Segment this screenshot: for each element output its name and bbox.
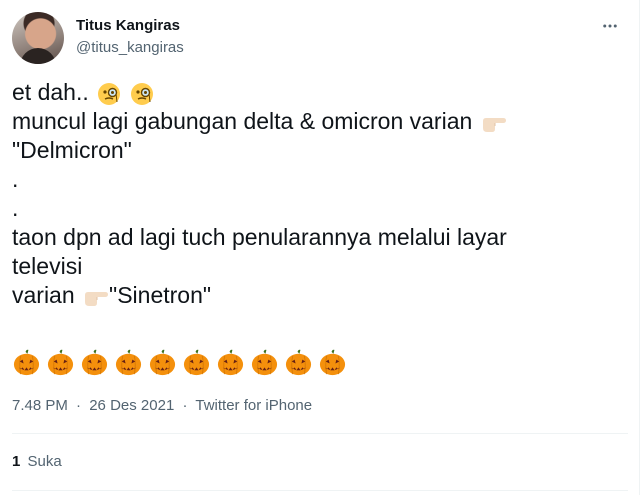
divider bbox=[12, 433, 628, 434]
meta-separator: · bbox=[76, 397, 82, 414]
jack-o-lantern-icon bbox=[47, 349, 74, 376]
monocle-face-icon bbox=[130, 82, 153, 105]
tweet-line-6: taon dpn ad lagi tuch penularannya melal… bbox=[12, 224, 507, 250]
author-name[interactable]: Titus Kangiras bbox=[76, 16, 184, 36]
meta-separator: · bbox=[182, 397, 188, 414]
jack-o-lantern-icon bbox=[149, 349, 176, 376]
tweet-line-7: televisi bbox=[12, 253, 83, 279]
pointing-right-hand-icon bbox=[85, 291, 109, 306]
pointing-right-hand-icon bbox=[482, 117, 506, 132]
tweet-line-text: et dah.. bbox=[12, 79, 89, 105]
jack-o-lantern-icon bbox=[285, 349, 312, 376]
tweet-line-4: . bbox=[12, 166, 19, 192]
tweet-line-text: "Sinetron" bbox=[109, 282, 212, 308]
jack-o-lantern-icon bbox=[81, 349, 108, 376]
jack-o-lantern-icon bbox=[251, 349, 278, 376]
tweet-line-2: muncul lagi gabungan delta & omicron var… bbox=[12, 107, 612, 136]
jack-o-lantern-icon bbox=[115, 349, 142, 376]
pumpkin-emoji-row bbox=[12, 348, 347, 377]
tweet-line-3: "Delmicron" bbox=[12, 137, 132, 163]
tweet-source[interactable]: Twitter for iPhone bbox=[195, 397, 312, 414]
likes-count: 1 bbox=[12, 453, 21, 470]
tweet-line-text: muncul lagi gabungan delta & omicron var… bbox=[12, 108, 473, 134]
tweet-card: Titus Kangiras @titus_kangiras et dah.. bbox=[0, 0, 640, 495]
author-handle[interactable]: @titus_kangiras bbox=[76, 38, 184, 58]
jack-o-lantern-icon bbox=[319, 349, 346, 376]
avatar[interactable] bbox=[12, 12, 64, 64]
more-options-button[interactable] bbox=[598, 14, 622, 38]
tweet-line-8: varian "Sinetron" bbox=[12, 281, 612, 310]
divider bbox=[12, 490, 628, 491]
tweet-meta: 7.48 PM · 26 Des 2021 · Twitter for iPho… bbox=[12, 396, 312, 416]
tweet-text: et dah.. muncul lagi gabungan delta & om… bbox=[12, 78, 612, 310]
monocle-face-icon bbox=[98, 82, 121, 105]
jack-o-lantern-icon bbox=[183, 349, 210, 376]
tweet-line-5: . bbox=[12, 195, 19, 221]
tweet-date[interactable]: 26 Des 2021 bbox=[89, 397, 174, 414]
jack-o-lantern-icon bbox=[13, 349, 40, 376]
jack-o-lantern-icon bbox=[217, 349, 244, 376]
more-horizontal-icon bbox=[603, 24, 617, 28]
tweet-header: Titus Kangiras @titus_kangiras bbox=[12, 12, 184, 64]
tweet-time[interactable]: 7.48 PM bbox=[12, 397, 68, 414]
likes-label: Suka bbox=[27, 453, 62, 470]
likes-stat[interactable]: 1 Suka bbox=[12, 452, 62, 472]
author-info: Titus Kangiras @titus_kangiras bbox=[76, 16, 184, 58]
tweet-line-text: varian bbox=[12, 282, 82, 308]
tweet-line-1: et dah.. bbox=[12, 78, 612, 107]
